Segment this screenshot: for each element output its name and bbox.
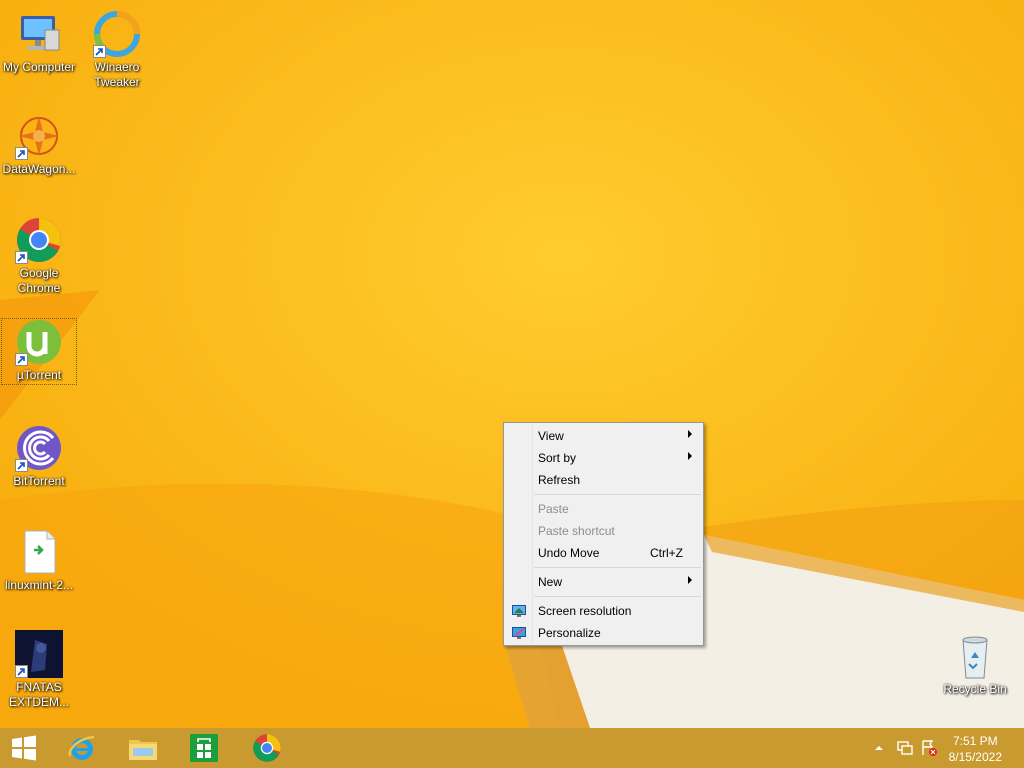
clock-time: 7:51 PM — [952, 734, 998, 748]
screen-resolution-icon — [511, 603, 527, 619]
submenu-arrow-icon — [688, 452, 692, 460]
menu-item-screen-resolution[interactable]: Screen resolution — [506, 600, 701, 622]
recycle-bin-icon — [951, 632, 999, 680]
menu-item-label: View — [538, 429, 564, 443]
menu-item-paste-shortcut[interactable]: Paste shortcut — [506, 520, 701, 542]
menu-item-undo-move[interactable]: Undo Move Ctrl+Z — [506, 542, 701, 564]
desktop-icon-bittorrent[interactable]: BitTorrent — [1, 424, 77, 489]
bittorrent-icon — [15, 424, 63, 472]
show-hidden-icons-button[interactable] — [874, 728, 884, 768]
chrome-icon — [253, 734, 281, 762]
shortcut-arrow-icon — [15, 459, 28, 472]
desktop-icon-label: Recycle Bin — [943, 682, 1007, 696]
menu-item-label: New — [538, 575, 563, 589]
desktop-icon-label: DataWagon... — [2, 162, 76, 176]
action-center-tray-button[interactable] — [920, 728, 938, 768]
menu-item-new[interactable]: New — [506, 571, 701, 593]
menu-item-label: Paste shortcut — [538, 524, 615, 538]
shortcut-arrow-icon — [93, 45, 106, 58]
menu-item-view[interactable]: View — [506, 425, 701, 447]
shortcut-arrow-icon — [15, 353, 28, 366]
clock-date: 8/15/2022 — [948, 750, 1002, 764]
menu-item-label: Sort by — [538, 451, 577, 465]
taskbar-internet-explorer[interactable] — [54, 728, 110, 768]
desktop-icon-label: µTorrent — [16, 368, 62, 382]
utorrent-icon — [15, 318, 63, 366]
action-center-icon — [922, 740, 937, 756]
submenu-arrow-icon — [688, 430, 692, 438]
menu-item-label: Screen resolution — [538, 604, 632, 618]
show-hidden-icons-arrow — [875, 746, 883, 750]
file-explorer-icon — [129, 740, 157, 760]
desktop-icon-label: Winaero Tweaker — [94, 60, 140, 89]
menu-separator — [534, 494, 701, 495]
windows-logo-icon — [12, 735, 36, 761]
taskbar-store[interactable] — [176, 728, 232, 768]
desktop-icon-fnatas[interactable]: FNATAS EXTDEM... — [1, 630, 77, 710]
taskbar-file-explorer[interactable] — [115, 728, 171, 768]
menu-item-label: Undo Move — [538, 546, 600, 560]
desktop-context-menu: View Sort by Refresh Paste Paste shortcu… — [503, 422, 704, 646]
desktop-icon-winaero-tweaker[interactable]: Winaero Tweaker — [79, 10, 155, 90]
desktop-icon-google-chrome[interactable]: Google Chrome — [1, 216, 77, 296]
start-button[interactable] — [0, 728, 48, 768]
desktop-icon-utorrent[interactable]: µTorrent — [1, 318, 77, 385]
desktop-icon-label: FNATAS EXTDEM... — [8, 680, 69, 709]
datawagon-icon — [15, 112, 63, 160]
desktop-icon-label: BitTorrent — [13, 474, 65, 488]
taskbar: 7:51 PM 8/15/2022 — [0, 728, 1024, 768]
taskbar-chrome[interactable] — [239, 728, 295, 768]
file-icon — [15, 528, 63, 576]
menu-item-personalize[interactable]: Personalize — [506, 622, 701, 644]
menu-separator — [534, 596, 701, 597]
menu-separator — [534, 567, 701, 568]
desktop-icon-label: My Computer — [2, 60, 76, 74]
winaero-tweaker-icon — [93, 10, 141, 58]
network-icon — [897, 741, 913, 755]
taskbar-clock[interactable]: 7:51 PM 8/15/2022 — [949, 733, 1002, 765]
store-icon — [190, 734, 218, 762]
menu-item-label: Personalize — [538, 626, 601, 640]
desktop-icon-datawagon[interactable]: DataWagon... — [1, 112, 77, 177]
menu-item-sort-by[interactable]: Sort by — [506, 447, 701, 469]
desktop-icon-my-computer[interactable]: My Computer — [1, 10, 77, 75]
shortcut-arrow-icon — [15, 147, 28, 160]
computer-icon — [15, 10, 63, 58]
desktop-icon-label: linuxmint-2... — [4, 578, 74, 592]
personalize-icon — [511, 625, 527, 641]
shortcut-arrow-icon — [15, 665, 28, 678]
menu-item-paste[interactable]: Paste — [506, 498, 701, 520]
desktop-icon-recycle-bin[interactable]: Recycle Bin — [937, 632, 1013, 697]
network-tray-button[interactable] — [896, 728, 914, 768]
desktop[interactable]: My Computer Winaero Tweaker DataWagon...… — [0, 0, 1024, 728]
submenu-arrow-icon — [688, 576, 692, 584]
shortcut-arrow-icon — [15, 251, 28, 264]
internet-explorer-icon — [68, 735, 95, 760]
menu-item-label: Paste — [538, 502, 569, 516]
fnatas-icon — [15, 630, 63, 678]
chrome-icon — [15, 216, 63, 264]
menu-item-shortcut: Ctrl+Z — [650, 546, 683, 560]
menu-item-label: Refresh — [538, 473, 581, 487]
menu-item-refresh[interactable]: Refresh — [506, 469, 701, 491]
desktop-icon-linuxmint[interactable]: linuxmint-2... — [1, 528, 77, 593]
desktop-icon-label: Google Chrome — [17, 266, 61, 295]
